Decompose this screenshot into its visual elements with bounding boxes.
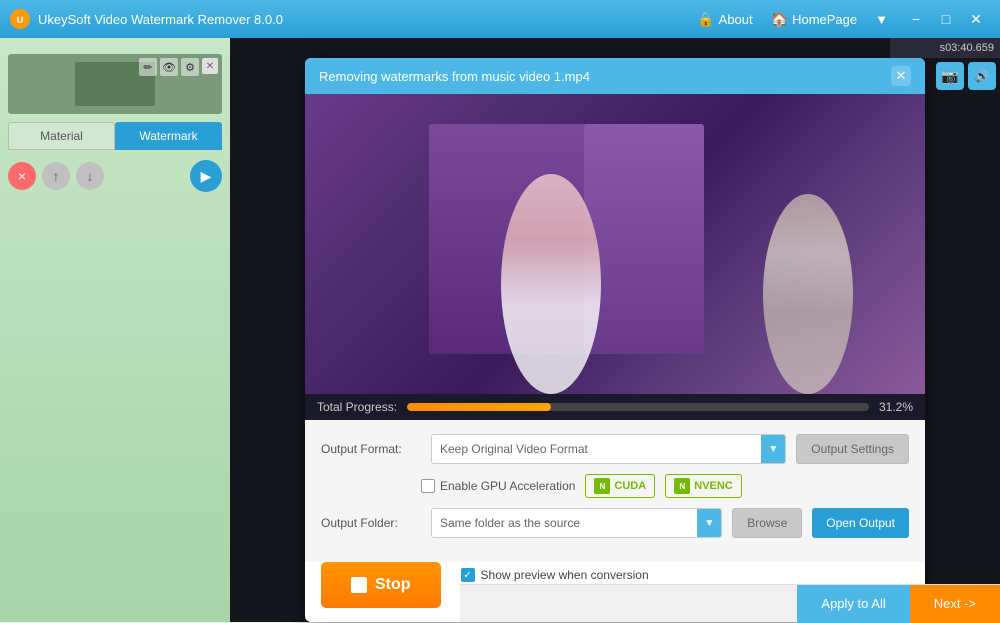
app-logo: U <box>10 9 30 29</box>
window-controls: − □ ✕ <box>902 8 990 30</box>
folder-dropdown-arrow: ▼ <box>697 509 721 537</box>
nvenc-label: NVENC <box>694 480 733 492</box>
camera-controls: 📷 🔊 <box>890 58 1000 94</box>
format-select-value: Keep Original Video Format <box>440 442 761 456</box>
sidebar: ✏ 👁 ⚙ ✕ Material Watermark × ↑ ↓ ▶ <box>0 38 230 622</box>
nvidia-logo: N <box>594 478 610 494</box>
show-preview-label: Show preview when conversion <box>481 568 649 582</box>
door-right <box>584 124 704 354</box>
settings-icon[interactable]: ⚙ <box>181 58 199 76</box>
gpu-checkbox[interactable] <box>421 479 435 493</box>
remove-icon[interactable]: ✕ <box>202 58 218 74</box>
gpu-row: Enable GPU Acceleration N CUDA N NVENC <box>321 474 909 498</box>
progress-area: Total Progress: 31.2% <box>305 394 925 420</box>
chevron-down-icon: ▼ <box>875 12 888 27</box>
edit-icon[interactable]: ✏ <box>139 58 157 76</box>
move-up-button[interactable]: ↑ <box>42 162 70 190</box>
content-area: s03:40.659 📷 🔊 Removing watermarks from … <box>230 38 1000 622</box>
folder-select[interactable]: Same folder as the source ▼ <box>431 508 722 538</box>
gpu-checkbox-label[interactable]: Enable GPU Acceleration <box>421 479 575 493</box>
delete-button[interactable]: × <box>8 162 36 190</box>
about-label: About <box>719 12 753 27</box>
main-layout: ✏ 👁 ⚙ ✕ Material Watermark × ↑ ↓ ▶ s03:4… <box>0 38 1000 622</box>
cuda-badge[interactable]: N CUDA <box>585 474 655 498</box>
home-icon: 🏠 <box>771 11 788 28</box>
eye-icon[interactable]: 👁 <box>160 58 178 76</box>
output-folder-row: Output Folder: Same folder as the source… <box>321 508 909 538</box>
output-format-row: Output Format: Keep Original Video Forma… <box>321 434 909 464</box>
next-button[interactable]: Next -> <box>910 585 1000 623</box>
open-output-button[interactable]: Open Output <box>812 508 909 538</box>
figure-right <box>753 194 863 394</box>
right-panel: s03:40.659 📷 🔊 <box>890 38 1000 94</box>
stop-label: Stop <box>375 576 411 594</box>
nvidia-logo-2: N <box>674 478 690 494</box>
conversion-dialog: Removing watermarks from music video 1.m… <box>305 58 925 622</box>
apply-all-button[interactable]: Apply to All <box>797 585 909 623</box>
nav-about[interactable]: 🔒 About <box>691 9 758 30</box>
cuda-label: CUDA <box>614 480 646 492</box>
progress-label: Total Progress: <box>317 400 397 414</box>
dialog-overlay: Removing watermarks from music video 1.m… <box>230 38 1000 622</box>
progress-percent: 31.2% <box>879 400 913 414</box>
dialog-controls: Output Format: Keep Original Video Forma… <box>305 420 925 562</box>
homepage-label: HomePage <box>792 12 857 27</box>
output-folder-label: Output Folder: <box>321 516 421 530</box>
dialog-title-bar: Removing watermarks from music video 1.m… <box>305 58 925 94</box>
thumbnail-area: ✏ 👁 ⚙ ✕ <box>8 54 222 114</box>
show-preview-row: ✓ Show preview when conversion <box>461 568 649 582</box>
tabs-row: Material Watermark <box>8 122 222 150</box>
stop-button[interactable]: Stop <box>321 562 441 608</box>
sidebar-actions: × ↑ ↓ ▶ <box>0 156 230 196</box>
time-display: s03:40.659 <box>890 38 1000 58</box>
tab-material[interactable]: Material <box>8 122 115 150</box>
video-background <box>305 94 925 394</box>
close-button[interactable]: ✕ <box>962 8 990 30</box>
output-settings-button[interactable]: Output Settings <box>796 434 909 464</box>
svg-text:U: U <box>17 15 24 25</box>
minimize-button[interactable]: − <box>902 8 930 30</box>
output-format-label: Output Format: <box>321 442 421 456</box>
dialog-title: Removing watermarks from music video 1.m… <box>319 69 891 84</box>
nav-bar: 🔒 About 🏠 HomePage ▼ <box>691 9 894 30</box>
output-format-select[interactable]: Keep Original Video Format ▼ <box>431 434 786 464</box>
nav-dropdown[interactable]: ▼ <box>869 10 894 29</box>
move-down-button[interactable]: ↓ <box>76 162 104 190</box>
stop-icon <box>351 577 367 593</box>
app-title: UkeySoft Video Watermark Remover 8.0.0 <box>38 12 691 27</box>
format-dropdown-arrow: ▼ <box>761 435 785 463</box>
bottom-bar: Apply to All Next -> <box>460 584 1000 622</box>
tab-watermark[interactable]: Watermark <box>115 122 222 150</box>
maximize-button[interactable]: □ <box>932 8 960 30</box>
nav-homepage[interactable]: 🏠 HomePage <box>765 9 863 30</box>
folder-select-value: Same folder as the source <box>440 516 697 530</box>
lock-icon: 🔒 <box>697 11 714 28</box>
nvenc-badge[interactable]: N NVENC <box>665 474 742 498</box>
camera-button[interactable]: 📷 <box>936 62 964 90</box>
show-preview-checkbox[interactable]: ✓ <box>461 568 475 582</box>
progress-fill <box>407 403 551 411</box>
volume-button[interactable]: 🔊 <box>968 62 996 90</box>
video-preview <box>305 94 925 394</box>
title-bar: U UkeySoft Video Watermark Remover 8.0.0… <box>0 0 1000 38</box>
browse-button[interactable]: Browse <box>732 508 802 538</box>
gpu-label: Enable GPU Acceleration <box>440 479 575 493</box>
play-button[interactable]: ▶ <box>190 160 222 192</box>
progress-bar <box>407 403 869 411</box>
